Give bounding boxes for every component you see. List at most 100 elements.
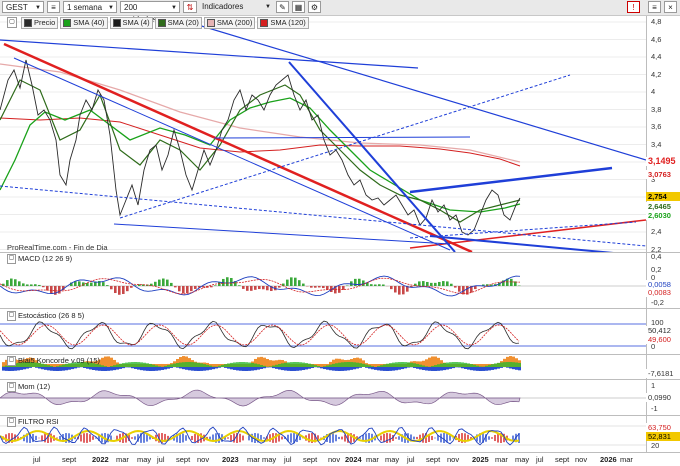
rsi-bar	[332, 433, 334, 443]
legend-label: Precio	[34, 17, 56, 27]
legend-item[interactable]: SMA (40)	[60, 16, 108, 29]
koncorde-blue-bar	[158, 367, 161, 371]
koncorde-green-bar	[317, 365, 320, 367]
price-tag-last: 2,754	[646, 192, 680, 201]
koncorde-blue-bar	[29, 367, 32, 368]
macd-histogram-bar	[50, 286, 53, 294]
panel-toggle-icon[interactable]: ▢	[7, 382, 16, 392]
macd-histogram-bar	[10, 278, 13, 286]
koncorde-green-bar	[227, 363, 230, 367]
koncorde-blue-bar	[317, 367, 320, 368]
koncorde-green-bar	[110, 366, 113, 367]
koncorde-green-bar	[491, 364, 494, 367]
time-axis-tick: sept	[555, 455, 570, 464]
time-axis-tick: jul	[536, 455, 544, 464]
koncorde-blue-bar	[161, 367, 164, 370]
price-axis-tick: 4,2	[651, 69, 662, 79]
koncorde-blue-bar	[344, 367, 347, 371]
koncorde-blue-bar	[446, 367, 449, 370]
time-axis-tick: nov	[197, 455, 210, 464]
rsi-bar	[383, 433, 385, 443]
koncorde-blue-bar	[341, 367, 344, 371]
koncorde-blue-bar	[308, 367, 311, 369]
koncorde-green-bar	[371, 366, 374, 367]
legend-item[interactable]: Precio	[21, 16, 59, 29]
momentum-label: ▢ Mom (12)	[7, 382, 51, 392]
panel-toggle-icon[interactable]: ▢	[7, 417, 16, 427]
stochastic-pane	[0, 320, 646, 350]
koncorde-green-bar	[113, 365, 116, 367]
koncorde-blue-bar	[488, 367, 491, 371]
macd-histogram-bar	[42, 286, 45, 288]
legend-label: SMA (120)	[270, 17, 306, 27]
macd-histogram-bar	[286, 279, 289, 286]
time-axis-tick: 2023	[222, 455, 239, 464]
legend-item[interactable]: SMA (20)	[154, 16, 202, 29]
macd-histogram-bar	[298, 280, 301, 286]
koncorde-blue-bar	[383, 367, 386, 371]
toggle-icon[interactable]: ▢	[7, 17, 17, 28]
time-axis-tick: mar	[116, 455, 129, 464]
koncorde-green-bar	[494, 363, 497, 367]
koncorde-blue-bar	[470, 367, 473, 371]
koncorde-orange-bar	[110, 357, 113, 367]
rsi-bar	[368, 433, 370, 443]
koncorde-green-bar	[392, 362, 395, 367]
macd-histogram-bar	[418, 281, 421, 286]
rsi-bar	[380, 435, 382, 441]
stochastic-label: ▢ Estocástico (26 8 5)	[7, 311, 85, 321]
koncorde-orange-bar	[161, 363, 164, 367]
price-axis-tick: 4,6	[651, 34, 662, 44]
koncorde-green-bar	[56, 366, 59, 367]
legend-label: SMA (20)	[167, 17, 199, 27]
koncorde-blue-bar	[65, 367, 68, 371]
legend-item[interactable]: SMA (120)	[257, 16, 309, 29]
koncorde-orange-bar	[374, 364, 377, 367]
koncorde-blue-bar	[323, 367, 326, 370]
koncorde-green-bar	[488, 364, 491, 367]
koncorde-green-bar	[515, 362, 518, 367]
koncorde-blue-bar	[104, 367, 107, 371]
koncorde-green-bar	[410, 362, 413, 367]
koncorde-green-bar	[506, 362, 509, 367]
koncorde-blue-bar	[233, 367, 236, 370]
koncorde-green-bar	[401, 362, 404, 367]
koncorde-blue-bar	[263, 367, 266, 369]
koncorde-green-bar	[245, 362, 248, 367]
koncorde-green-bar	[512, 362, 515, 367]
koncorde-green-bar	[431, 365, 434, 367]
koncorde-green-bar	[131, 362, 134, 367]
sma-200-line	[0, 63, 521, 163]
macd-histogram-bar	[322, 286, 325, 289]
koncorde-blue-bar	[242, 367, 245, 371]
legend-swatch	[112, 18, 121, 27]
rsi-bar	[86, 433, 88, 443]
koncorde-blue-bar	[227, 367, 230, 369]
macd-histogram-bar	[290, 277, 293, 286]
panel-toggle-icon[interactable]: ▢	[7, 311, 16, 321]
koncorde-orange-bar	[482, 364, 485, 367]
macd-histogram-bar	[78, 281, 81, 286]
legend-item[interactable]: SMA (200)	[203, 16, 256, 29]
time-axis-tick: 2022	[92, 455, 109, 464]
legend-item[interactable]: SMA (4)	[109, 16, 153, 29]
macd-histogram-bar	[158, 279, 161, 286]
chart-canvas[interactable]	[0, 0, 680, 466]
price-axis-tick: 2,4	[651, 227, 662, 236]
koncorde-blue-bar	[296, 367, 299, 371]
koncorde-blue-bar	[59, 367, 62, 371]
mom-axis-0: 1	[651, 381, 656, 390]
koncorde-blue-bar	[23, 367, 26, 370]
panel-toggle-icon[interactable]: ▢	[7, 356, 16, 366]
koncorde-blue-bar	[386, 367, 389, 371]
koncorde-green-bar	[101, 365, 104, 367]
rsi-bar	[44, 433, 46, 443]
panel-toggle-icon[interactable]: ▢	[7, 254, 16, 264]
koncorde-green-bar	[356, 362, 359, 367]
koncorde-blue-bar	[95, 367, 98, 371]
time-axis-tick: nov	[447, 455, 460, 464]
watermark: ProRealTime.com - Fin de Dia	[7, 243, 108, 252]
koncorde-green-bar	[173, 363, 176, 367]
macd-histogram-bar	[262, 286, 265, 290]
koncorde-green-bar	[206, 364, 209, 367]
